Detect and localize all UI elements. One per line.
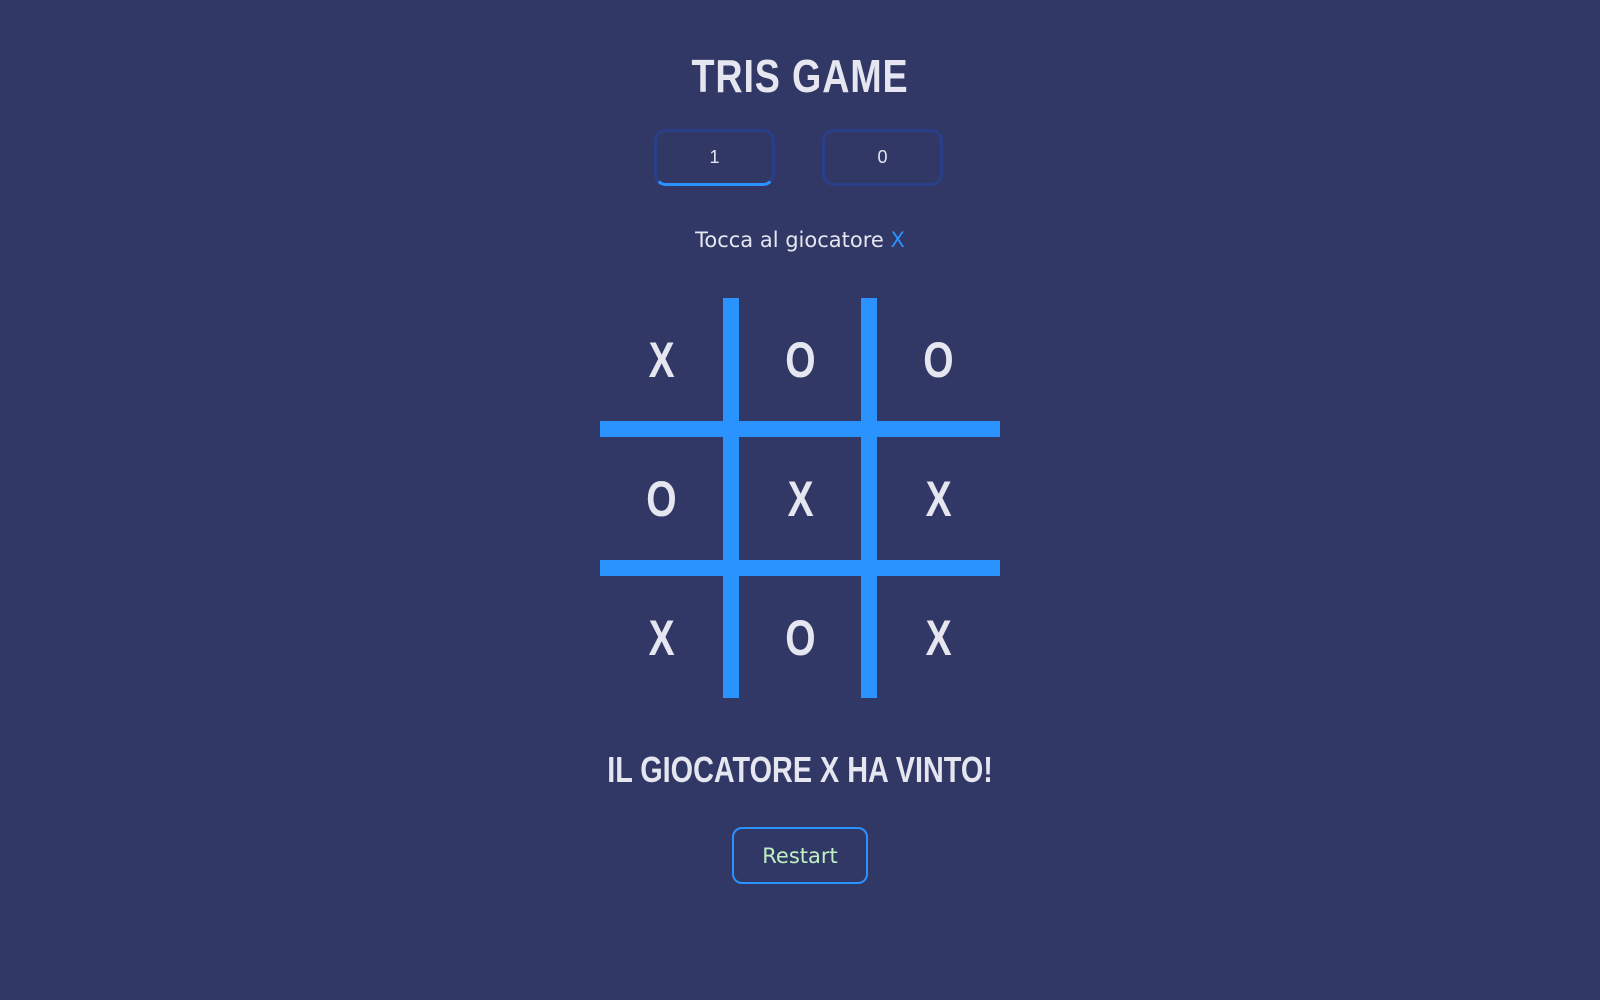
turn-player: X [890, 228, 905, 252]
board-cell-5[interactable]: X [739, 437, 862, 560]
result-text: IL GIOCATORE X HA VINTO! [607, 749, 993, 790]
score-player-x: 1 [654, 129, 775, 186]
board-cell-4[interactable]: O [600, 437, 723, 560]
board-cell-8[interactable]: O [739, 576, 862, 699]
board-cell-3[interactable]: O [877, 298, 1000, 421]
grid-line-vertical-1 [723, 298, 739, 698]
cell-mark: O [923, 331, 954, 388]
board-cell-9[interactable]: X [877, 576, 1000, 699]
grid-line-vertical-2 [861, 298, 877, 698]
board-cell-6[interactable]: X [877, 437, 1000, 560]
turn-indicator: Tocca al giocatore X [0, 226, 1600, 254]
cell-mark: O [646, 470, 677, 527]
turn-label: Tocca al giocatore [695, 228, 884, 252]
board-cell-7[interactable]: X [600, 576, 723, 699]
cell-mark: O [785, 331, 816, 388]
cell-mark: O [785, 609, 816, 666]
cell-mark: X [787, 470, 814, 527]
game-board: X O O O X X X O X [600, 298, 1000, 698]
grid-line-horizontal-2 [600, 560, 1000, 576]
cell-mark: X [925, 609, 952, 666]
result-message: IL GIOCATORE X HA VINTO! [0, 748, 1600, 792]
score-player-o: 0 [822, 129, 943, 186]
cell-mark: X [648, 331, 675, 388]
board-cell-2[interactable]: O [739, 298, 862, 421]
board-cell-1[interactable]: X [600, 298, 723, 421]
cell-mark: X [648, 609, 675, 666]
restart-button[interactable]: Restart [732, 827, 868, 884]
page-title: TRIS GAME [691, 50, 909, 102]
cell-mark: X [925, 470, 952, 527]
grid-line-horizontal-1 [600, 421, 1000, 437]
